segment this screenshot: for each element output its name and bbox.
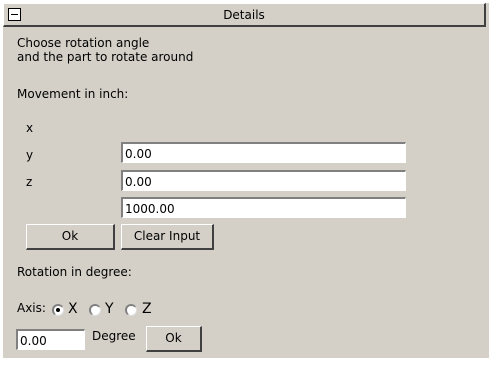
axis-z-label[interactable]: Z (142, 301, 152, 317)
axis-z-radio[interactable] (125, 304, 137, 316)
degree-input[interactable] (16, 329, 85, 350)
panel-title: Details (223, 8, 265, 22)
movement-ok-button[interactable]: Ok (26, 224, 115, 250)
axis-y-label[interactable]: Y (105, 301, 114, 317)
x-input[interactable] (121, 142, 406, 163)
x-label: x (26, 121, 34, 135)
details-header[interactable]: Details (3, 3, 486, 27)
z-input[interactable] (121, 197, 406, 218)
intro-text-line1: Choose rotation angle (17, 36, 150, 50)
details-panel: Details Choose rotation angle and the pa… (3, 3, 489, 358)
z-label: z (26, 175, 33, 189)
degree-label: Degree (92, 329, 136, 343)
axis-label: Axis: (17, 301, 46, 315)
y-input[interactable] (121, 170, 406, 191)
y-label: y (26, 148, 34, 162)
intro-text-line2: and the part to rotate around (17, 50, 194, 64)
rotation-heading: Rotation in degree: (17, 265, 132, 279)
axis-y-radio[interactable] (89, 304, 101, 316)
clear-input-button[interactable]: Clear Input (121, 224, 214, 250)
axis-x-radio[interactable] (52, 304, 64, 316)
axis-x-label[interactable]: X (68, 301, 78, 317)
movement-heading: Movement in inch: (17, 87, 129, 101)
rotation-ok-button[interactable]: Ok (146, 326, 202, 352)
